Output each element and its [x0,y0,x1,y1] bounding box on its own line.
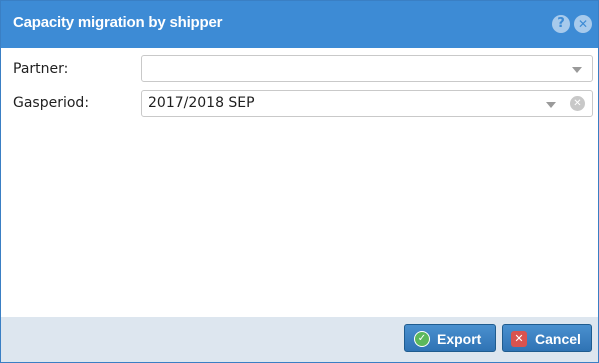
check-circle-icon: ✓ [414,331,430,347]
partner-select[interactable] [141,55,593,82]
cancel-button[interactable]: ✕ Cancel [502,324,592,352]
export-button[interactable]: ✓ Export [404,324,496,352]
gasperiod-label: Gasperiod: [13,95,90,111]
chevron-down-icon[interactable] [546,102,556,108]
partner-label: Partner: [13,61,69,77]
cancel-icon: ✕ [511,331,527,347]
export-button-label: Export [437,331,482,347]
dialog-titlebar: Capacity migration by shipper ? ✕ [1,1,598,48]
gasperiod-value: 2017/2018 SEP [148,95,255,111]
gasperiod-select[interactable]: 2017/2018 SEP ✕ [141,90,593,117]
dialog-title: Capacity migration by shipper [13,14,223,31]
cancel-button-label: Cancel [535,331,581,347]
dialog-footer: ✓ Export ✕ Cancel [1,317,598,362]
chevron-down-icon[interactable] [572,67,582,73]
help-icon[interactable]: ? [552,15,570,33]
close-icon[interactable]: ✕ [574,15,592,33]
dialog-window: Capacity migration by shipper ? ✕ Partne… [0,0,599,363]
clear-icon[interactable]: ✕ [570,96,585,111]
